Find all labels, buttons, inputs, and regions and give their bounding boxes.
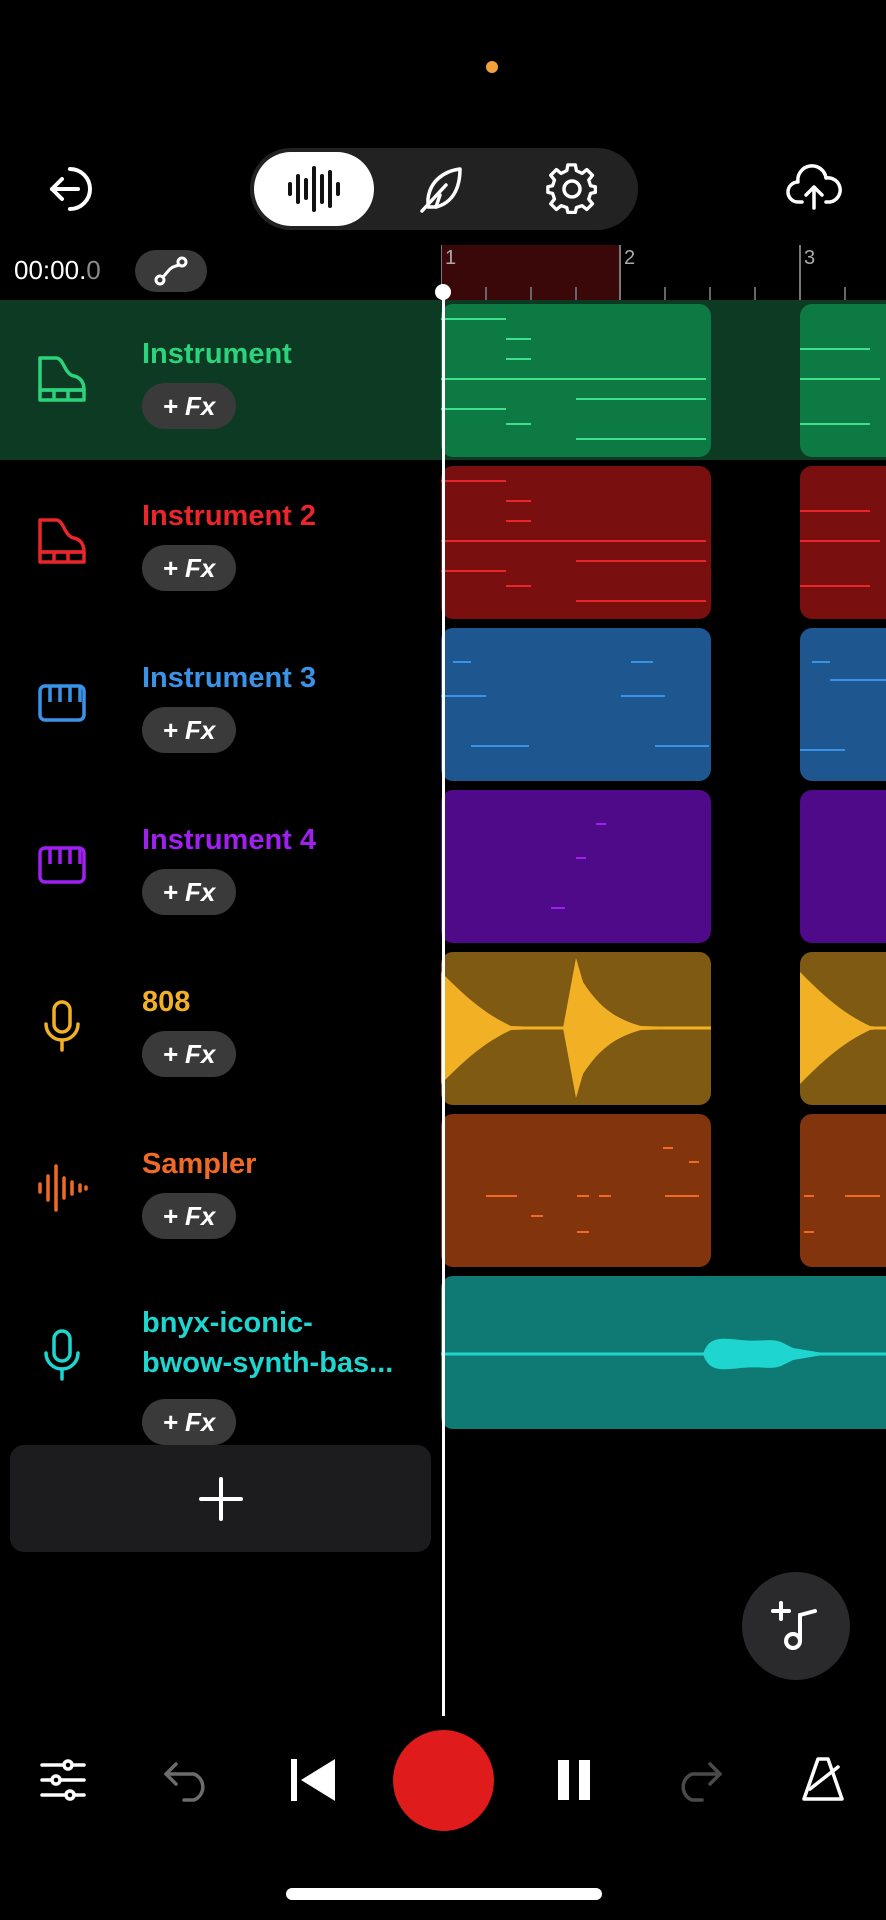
add-note-icon <box>771 1601 817 1650</box>
redo-icon <box>681 1762 722 1802</box>
add-fx-button[interactable]: + Fx <box>142 869 236 915</box>
midi-clip[interactable] <box>441 304 711 457</box>
undo-icon <box>164 1762 205 1802</box>
playhead[interactable] <box>442 286 445 1716</box>
cloud-upload-button[interactable] <box>778 153 850 225</box>
track-name-line-2: bwow-synth-bas... <box>142 1347 394 1379</box>
waveform-icon <box>288 166 340 212</box>
audio-clip[interactable] <box>800 952 886 1105</box>
sampler-icon <box>38 1164 88 1212</box>
mode-tab-lyrics[interactable] <box>406 153 478 225</box>
midi-clip[interactable] <box>441 790 711 943</box>
add-fx-button[interactable]: + Fx <box>142 707 236 753</box>
exit-arrow-icon <box>50 167 92 211</box>
add-fx-button[interactable]: + Fx <box>142 545 236 591</box>
plus-icon <box>198 1476 243 1521</box>
playhead-handle[interactable] <box>435 284 451 300</box>
cloud-upload-icon <box>786 164 842 210</box>
track-name: Sampler <box>142 1148 257 1180</box>
track-name: Instrument 3 <box>142 662 317 694</box>
midi-clip[interactable] <box>800 466 886 619</box>
add-fx-button[interactable]: + Fx <box>142 383 236 429</box>
drum-machine-icon <box>38 684 86 722</box>
bar-number-1: 1 <box>445 247 457 269</box>
pause-button[interactable] <box>534 1740 614 1820</box>
feather-icon <box>420 167 462 213</box>
midi-clip[interactable] <box>800 1114 886 1267</box>
bar-number-3: 3 <box>804 247 816 269</box>
add-fx-button[interactable]: + Fx <box>142 1193 236 1239</box>
track-row-sampler[interactable]: Sampler + Fx <box>0 1110 440 1270</box>
timeline-ruler[interactable]: 1 2 3 <box>440 245 886 300</box>
recording-indicator-dot <box>486 61 498 73</box>
piano-icon <box>38 518 86 564</box>
midi-clip[interactable] <box>441 1114 711 1267</box>
midi-clip[interactable] <box>441 628 711 781</box>
pause-icon <box>558 1760 590 1800</box>
audio-clip[interactable] <box>441 952 711 1105</box>
gear-icon <box>546 163 598 215</box>
midi-clip[interactable] <box>800 304 886 457</box>
track-name: 808 <box>142 986 191 1018</box>
track-name: Instrument <box>142 338 292 370</box>
microphone-icon <box>44 1000 80 1052</box>
drum-machine-icon <box>38 846 86 884</box>
undo-button[interactable] <box>148 1740 228 1820</box>
midi-clip[interactable] <box>800 628 886 781</box>
track-row-instrument-4[interactable]: Instrument 4 + Fx <box>0 786 440 946</box>
microphone-icon <box>44 1329 80 1381</box>
skip-to-start-button[interactable] <box>272 1740 352 1820</box>
mixer-button[interactable] <box>23 1740 103 1820</box>
add-note-button[interactable] <box>742 1572 850 1680</box>
mode-tab-studio-active[interactable] <box>254 152 374 226</box>
midi-clip[interactable] <box>800 790 886 943</box>
metronome-icon <box>802 1757 844 1801</box>
mixer-icon <box>40 1759 86 1801</box>
track-row-808[interactable]: 808 + Fx <box>0 948 440 1108</box>
skip-back-icon <box>291 1759 335 1801</box>
automation-button[interactable] <box>135 250 207 292</box>
add-fx-button[interactable]: + Fx <box>142 1031 236 1077</box>
track-name: Instrument 4 <box>142 824 317 856</box>
mode-tab-settings[interactable] <box>536 153 608 225</box>
track-name-line-1: bnyx-iconic- <box>142 1307 313 1339</box>
add-fx-button[interactable]: + Fx <box>142 1399 236 1445</box>
home-indicator <box>286 1888 602 1900</box>
midi-clip[interactable] <box>441 466 711 619</box>
piano-icon <box>38 356 86 402</box>
track-row-instrument-2[interactable]: Instrument 2 + Fx <box>0 462 440 622</box>
time-display: 00:00.0 <box>14 255 101 285</box>
metronome-button[interactable] <box>783 1740 863 1820</box>
exit-button[interactable] <box>36 153 108 225</box>
track-row-bnyx-synth-bass[interactable]: bnyx-iconic- bwow-synth-bas... + Fx <box>0 1272 440 1445</box>
add-track-button[interactable] <box>10 1445 431 1552</box>
track-name: Instrument 2 <box>142 500 317 532</box>
record-button[interactable] <box>393 1730 494 1831</box>
curve-node-icon <box>154 256 188 286</box>
redo-button[interactable] <box>658 1740 738 1820</box>
bar-number-2: 2 <box>624 247 636 269</box>
audio-clip[interactable] <box>441 1276 886 1429</box>
track-row-instrument-3[interactable]: Instrument 3 + Fx <box>0 624 440 784</box>
